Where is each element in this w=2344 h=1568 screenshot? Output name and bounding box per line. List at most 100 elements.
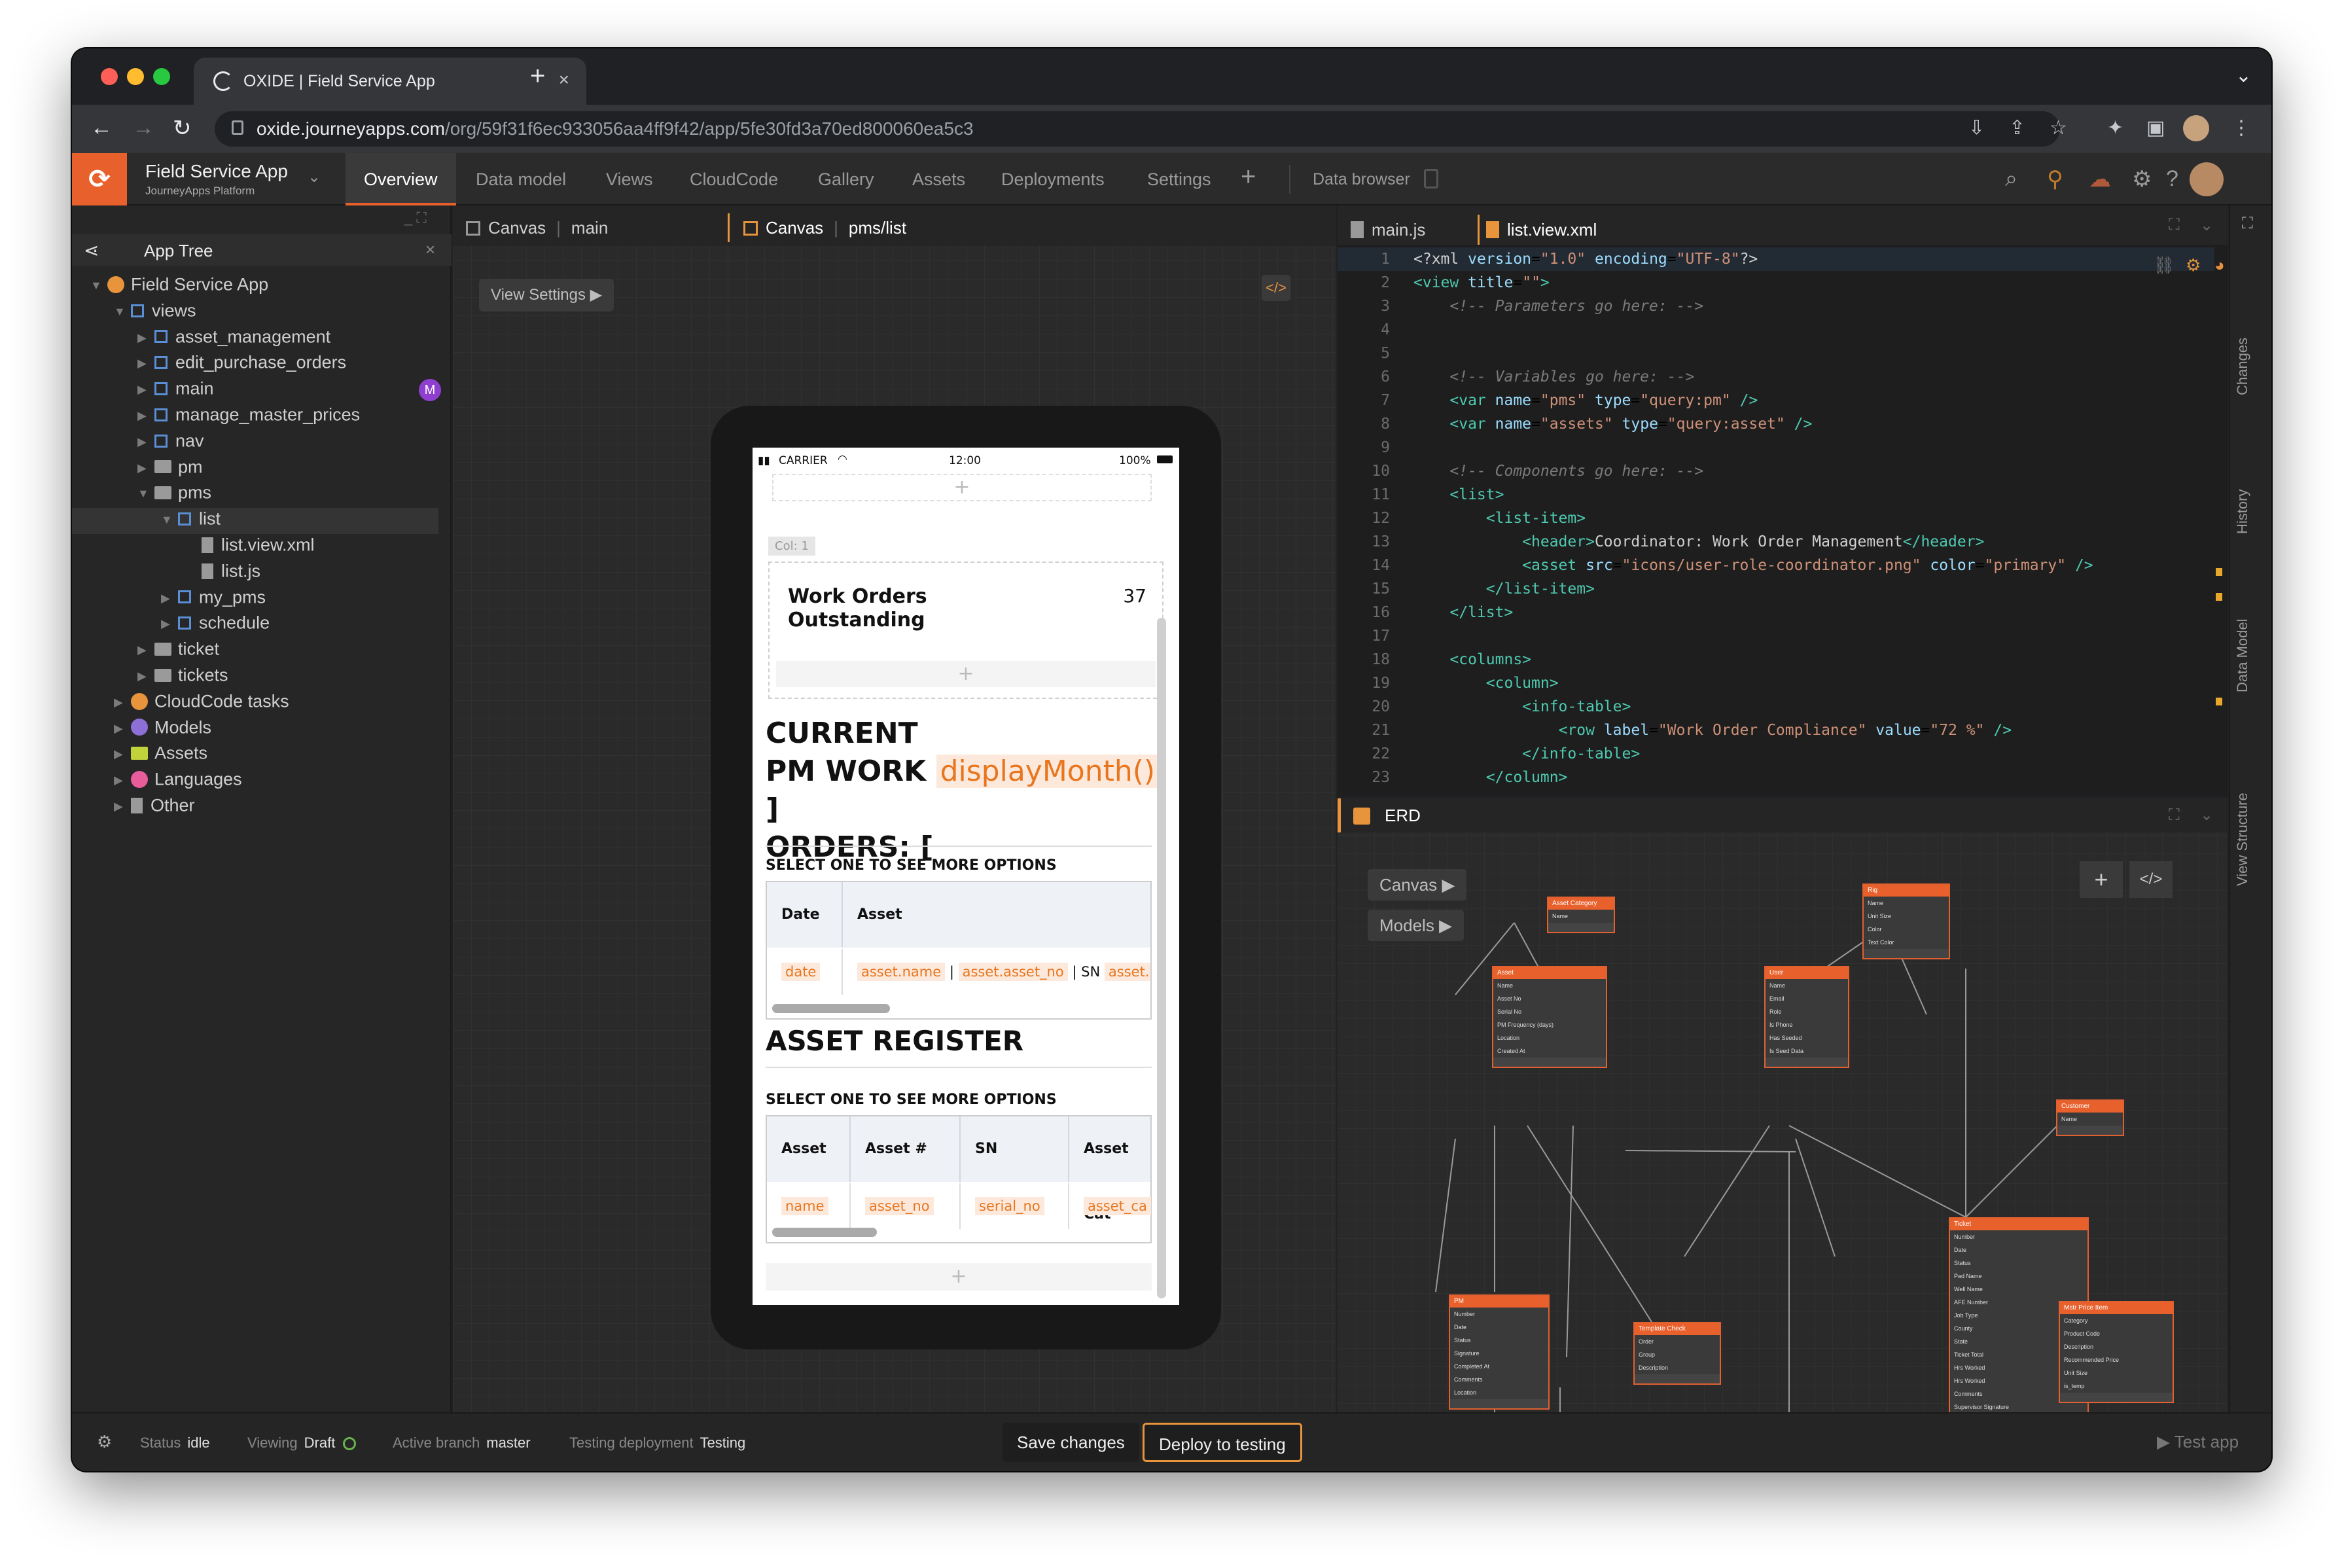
install-app-icon[interactable]: ⇩ [1968, 116, 1985, 139]
erd-entity-asset-category[interactable]: Asset Category Name [1547, 897, 1615, 933]
chevron-right-icon[interactable]: ▶ [137, 435, 154, 449]
erd-entity-rig[interactable]: Rig Name Unit Size Color Text Color [1862, 883, 1950, 959]
tab-views[interactable]: Views [606, 153, 653, 205]
asset-table[interactable]: Asset Asset # SN Asset Cat name asset_no… [766, 1115, 1152, 1243]
code-line[interactable]: 16 </list> [1338, 601, 2214, 624]
help-icon[interactable]: ? [2166, 166, 2178, 192]
tab-overview[interactable]: Overview [346, 153, 456, 205]
address-bar[interactable]: oxide.journeyapps.com/org/59f31f6ec93305… [215, 111, 2060, 147]
app-switch-chevron-icon[interactable]: ⌄ [308, 168, 321, 187]
chevron-down-icon[interactable]: ▼ [90, 279, 107, 293]
tab-assets[interactable]: Assets [912, 153, 965, 205]
new-tab-button[interactable]: + [530, 62, 545, 91]
view-settings-button[interactable]: View Settings ▶ [479, 279, 614, 312]
zoom-window-button[interactable] [153, 68, 170, 85]
chevron-down-icon[interactable]: ⌄ [2200, 216, 2213, 235]
tab-search-chevron-icon[interactable]: ⌄ [2235, 64, 2252, 87]
erd-entity-asset[interactable]: Asset Name Asset No Serial No PM Frequency (… [1492, 966, 1607, 1068]
user-search-icon[interactable]: ⚲ [2047, 166, 2063, 192]
chevron-right-icon[interactable]: ▶ [137, 383, 154, 397]
rail-view-structure[interactable]: View Structure [2234, 793, 2251, 886]
tree-item-tickets[interactable]: ▶ tickets [72, 664, 438, 690]
save-changes-button[interactable]: Save changes [1003, 1423, 1139, 1462]
branch-item[interactable]: Active branch master [393, 1434, 531, 1452]
chevron-right-icon[interactable]: ▶ [137, 331, 154, 345]
tree-item-pms[interactable]: ▼ pms [72, 482, 438, 508]
chevron-right-icon[interactable]: ▶ [137, 669, 154, 683]
tree-item-cloudcode-tasks[interactable]: ▶ CloudCode tasks [72, 690, 438, 717]
code-area[interactable]: 1 <?xml version="1.0" encoding="UTF-8"?> 2… [1338, 247, 2228, 796]
app-name[interactable]: Field Service App [145, 161, 288, 182]
sidepanel-icon[interactable]: ▣ [2146, 116, 2165, 139]
editor-tab-list-view-xml[interactable]: list.view.xml [1478, 215, 1608, 245]
add-component-placeholder[interactable]: + [772, 474, 1152, 501]
code-line[interactable]: 20 <info-table> [1338, 695, 2214, 719]
chevron-right-icon[interactable]: ▶ [114, 747, 131, 761]
tree-item-list-js[interactable]: list.js [72, 560, 438, 586]
tree-item-field-service-app[interactable]: ▼ Field Service App [72, 274, 438, 300]
code-line[interactable]: 21 <row label="Work Order Compliance" va… [1338, 719, 2214, 742]
expand-icon[interactable]: ⛶ [2242, 215, 2253, 233]
chevron-down-icon[interactable]: ▼ [137, 487, 154, 501]
share-icon[interactable]: ⇪ [2009, 116, 2025, 139]
pm-table-cell[interactable]: asset.name | asset.asset_no | SN asset. [843, 949, 1150, 995]
rail-data-model[interactable]: Data Model [2234, 618, 2251, 692]
code-line[interactable]: 4 [1338, 318, 2214, 342]
add-component-placeholder[interactable]: + [766, 1263, 1152, 1291]
chevron-right-icon[interactable]: ▶ [137, 409, 154, 423]
erd-entity-pm[interactable]: PM Number Date Status Signature Completed At C… [1449, 1294, 1550, 1410]
code-line[interactable]: 5 [1338, 342, 2214, 365]
rail-history[interactable]: History [2234, 490, 2251, 534]
tree-item-manage-master-prices[interactable]: ▶ manage_master_prices [72, 404, 438, 430]
chevron-right-icon[interactable]: ▶ [137, 643, 154, 657]
data-browser-button[interactable]: Data browser [1313, 153, 1410, 205]
chevron-right-icon[interactable]: ▶ [161, 592, 178, 605]
tab-settings[interactable]: Settings [1147, 153, 1211, 205]
tab-data-model[interactable]: Data model [476, 153, 566, 205]
chevron-down-icon[interactable]: ▼ [114, 305, 131, 319]
tree-item-other[interactable]: ▶ Other [72, 794, 438, 821]
add-component-placeholder[interactable]: + [776, 661, 1156, 687]
tree-item-main[interactable]: ▶ main M [72, 378, 441, 404]
code-line[interactable]: 18 <columns> [1338, 648, 2214, 671]
journeyapps-logo-icon[interactable]: ⟳ [72, 153, 127, 205]
settings-gear-icon[interactable]: ⚙ [97, 1432, 112, 1452]
unlink-icon[interactable]: ⛓ [2153, 255, 2175, 276]
canvas-tab-pms-list[interactable]: Canvas | pms/list [737, 213, 906, 242]
pm-table-cell[interactable]: date [767, 949, 843, 995]
asset-table-cell[interactable]: name [767, 1183, 851, 1229]
chevron-right-icon[interactable]: ▶ [161, 617, 178, 631]
user-avatar[interactable] [2190, 162, 2224, 196]
tree-item-edit-purchase-orders[interactable]: ▶ edit_purchase_orders [72, 351, 438, 378]
chevron-right-icon[interactable]: ▶ [114, 774, 131, 787]
chevron-right-icon[interactable]: ▶ [137, 357, 154, 370]
rail-changes[interactable]: Changes [2234, 338, 2251, 395]
tree-item-list-view-xml[interactable]: list.view.xml [72, 534, 438, 560]
minimize-window-button[interactable] [127, 68, 144, 85]
search-icon[interactable]: ⌕ [2005, 166, 2017, 192]
display-month-expression[interactable]: displayMonth() [936, 755, 1160, 788]
horizontal-scrollbar[interactable] [772, 1004, 890, 1013]
gear-icon[interactable]: ⚙ [2132, 166, 2152, 192]
code-line[interactable]: 23 </column> [1338, 766, 2214, 789]
add-tab-plus-icon[interactable]: + [1241, 162, 1256, 192]
bookmark-star-icon[interactable]: ☆ [2050, 116, 2067, 139]
browser-menu-icon[interactable]: ⋮ [2231, 116, 2251, 139]
tree-item-assets[interactable]: ▶ Assets [72, 742, 438, 768]
tree-item-languages[interactable]: ▶ Languages [72, 768, 438, 794]
chevron-down-icon[interactable]: ▼ [161, 513, 178, 527]
editor-tab-main-js[interactable]: main.js [1344, 215, 1425, 245]
asset-table-cell[interactable]: asset_no [851, 1183, 961, 1229]
tree-item-schedule[interactable]: ▶ schedule [72, 612, 438, 638]
tree-item-ticket[interactable]: ▶ ticket [72, 638, 438, 664]
code-line[interactable]: 15 </list-item> [1338, 577, 2214, 601]
palette-icon[interactable]: ◕ [2214, 255, 2225, 276]
browser-tab[interactable]: OXIDE | Field Service App × [194, 58, 586, 105]
test-app-button[interactable]: ▶ Test app [2157, 1432, 2239, 1452]
code-line[interactable]: 7 <var name="pms" type="query:pm" /> [1338, 389, 2214, 412]
code-line[interactable]: 19 <column> [1338, 671, 2214, 695]
chevron-right-icon[interactable]: ▶ [114, 722, 131, 736]
forward-arrow-icon[interactable]: → [132, 115, 154, 141]
chevron-right-icon[interactable]: ▶ [137, 461, 154, 475]
erd-entity-template-check[interactable]: Template Check Order Group Description [1633, 1322, 1721, 1385]
